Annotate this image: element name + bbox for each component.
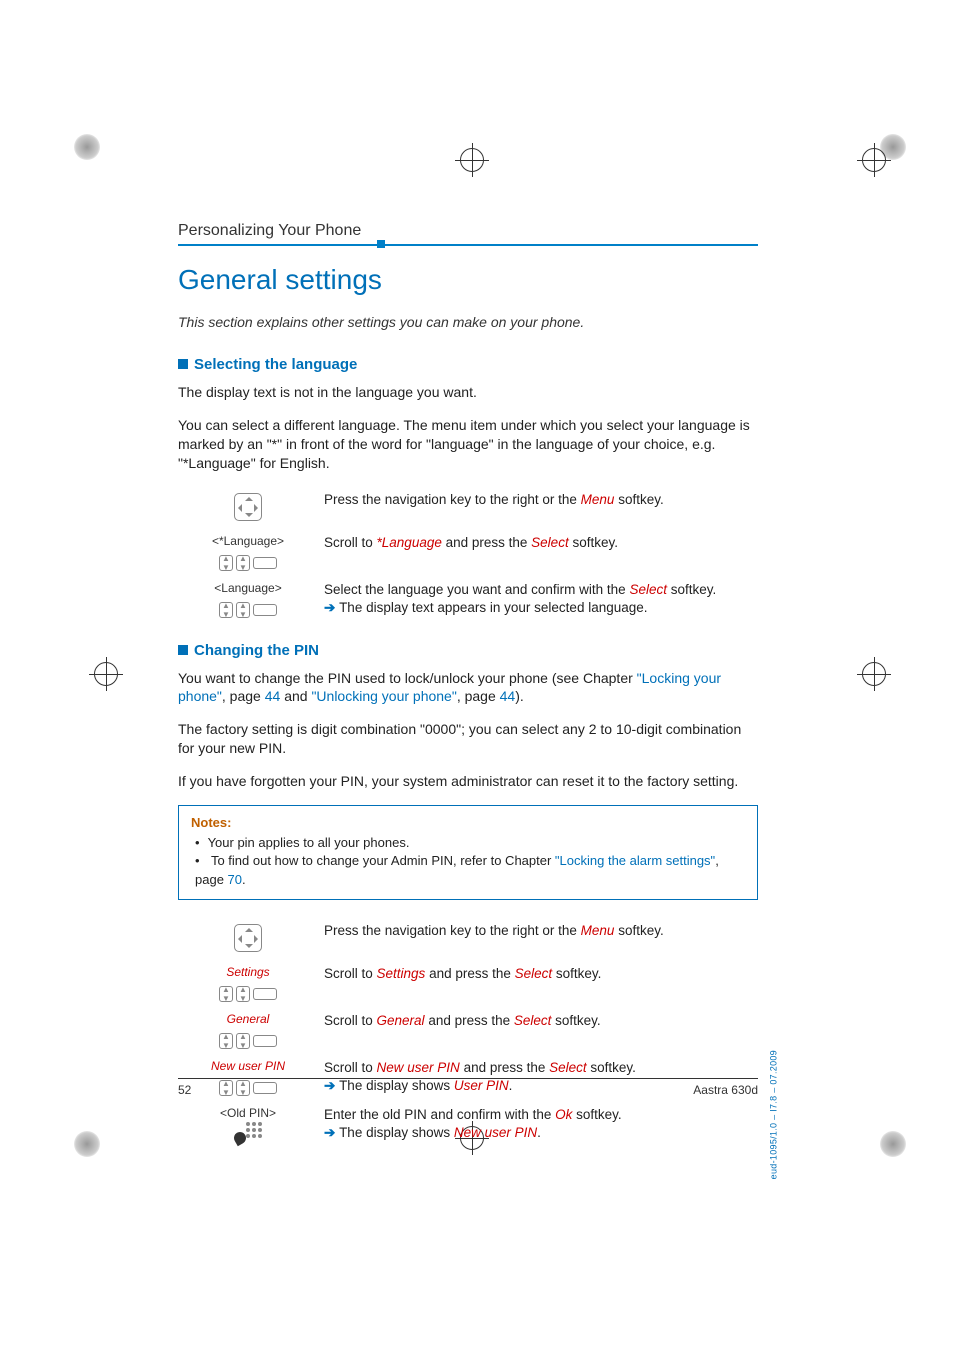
section-heading-pin: Changing the PIN — [178, 642, 758, 659]
notes-box: Notes: Your pin applies to all your phon… — [178, 805, 758, 900]
corner-mark — [74, 134, 100, 160]
step-row: Settings ▲▼▲▼ Scroll to Settings and pre… — [178, 961, 758, 1008]
page-ref-link[interactable]: 70 — [228, 872, 242, 887]
corner-mark — [74, 1131, 100, 1157]
cross-ref-link[interactable]: "Unlocking your phone" — [311, 688, 456, 704]
scroll-select-keys-icon: ▲▼▲▼ — [219, 986, 277, 1002]
intro-text: This section explains other settings you… — [178, 314, 758, 330]
step-row: Press the navigation key to the right or… — [178, 918, 758, 961]
footer-model: Aastra 630d — [693, 1083, 758, 1097]
body-text: The display text is not in the language … — [178, 383, 758, 402]
page-title: General settings — [178, 264, 758, 296]
step-text: Scroll to *Language and press the Select… — [318, 530, 758, 577]
registration-mark — [862, 148, 886, 172]
step-label: Settings — [178, 965, 318, 979]
body-text: If you have forgotten your PIN, your sys… — [178, 772, 758, 791]
section-heading-language: Selecting the language — [178, 356, 758, 373]
step-text: Press the navigation key to the right or… — [318, 918, 758, 961]
document-code: eud-1095/1.0 – I7.8 – 07.2009 — [768, 1050, 778, 1179]
notes-title: Notes: — [191, 814, 745, 832]
step-label: <Old PIN> — [178, 1106, 318, 1120]
result-arrow-icon: ➔ — [324, 600, 339, 615]
step-text: Enter the old PIN and confirm with the O… — [318, 1102, 758, 1151]
step-row: <Language> ▲▼▲▼ Select the language you … — [178, 577, 758, 624]
registration-mark — [862, 662, 886, 686]
scroll-select-keys-icon: ▲▼▲▼ — [219, 555, 277, 571]
step-text: Press the navigation key to the right or… — [318, 487, 758, 530]
page-content: Personalizing Your Phone General setting… — [178, 222, 758, 1169]
section-heading-text: Changing the PIN — [194, 642, 319, 659]
steps-table-pin: Press the navigation key to the right or… — [178, 918, 758, 1151]
navigation-key-icon — [234, 493, 262, 521]
dialpad-icon — [234, 1122, 262, 1144]
navigation-key-icon — [234, 924, 262, 952]
step-row: Press the navigation key to the right or… — [178, 487, 758, 530]
section-bullet-icon — [178, 645, 188, 655]
step-label: <Language> — [178, 581, 318, 595]
body-text: The factory setting is digit combination… — [178, 720, 758, 758]
notes-item: To find out how to change your Admin PIN… — [195, 852, 745, 888]
page-ref-link[interactable]: 44 — [500, 688, 516, 704]
page-footer: 52 Aastra 630d — [178, 1078, 758, 1097]
steps-table-language: Press the navigation key to the right or… — [178, 487, 758, 624]
registration-mark — [94, 662, 118, 686]
cross-ref-link[interactable]: "Locking the alarm settings" — [555, 853, 715, 868]
notes-item: Your pin applies to all your phones. — [195, 834, 745, 852]
step-label: General — [178, 1012, 318, 1026]
result-arrow-icon: ➔ — [324, 1125, 339, 1140]
registration-mark — [460, 148, 484, 172]
step-label: <*Language> — [178, 534, 318, 548]
section-bullet-icon — [178, 359, 188, 369]
step-text: Select the language you want and confirm… — [318, 577, 758, 624]
scroll-select-keys-icon: ▲▼▲▼ — [219, 602, 277, 618]
step-row: General ▲▼▲▼ Scroll to General and press… — [178, 1008, 758, 1055]
body-text: You want to change the PIN used to lock/… — [178, 669, 758, 707]
scroll-select-keys-icon: ▲▼▲▼ — [219, 1033, 277, 1049]
breadcrumb: Personalizing Your Phone — [178, 222, 758, 242]
page-number: 52 — [178, 1083, 191, 1097]
step-row: <*Language> ▲▼▲▼ Scroll to *Language and… — [178, 530, 758, 577]
step-text: Scroll to General and press the Select s… — [318, 1008, 758, 1055]
step-label: New user PIN — [178, 1059, 318, 1073]
section-heading-text: Selecting the language — [194, 356, 357, 373]
page-ref-link[interactable]: 44 — [265, 688, 281, 704]
step-row: <Old PIN> Enter the old PIN and confirm … — [178, 1102, 758, 1151]
body-text: You can select a different language. The… — [178, 416, 758, 473]
corner-mark — [880, 1131, 906, 1157]
step-text: Scroll to Settings and press the Select … — [318, 961, 758, 1008]
breadcrumb-rule — [178, 244, 758, 246]
